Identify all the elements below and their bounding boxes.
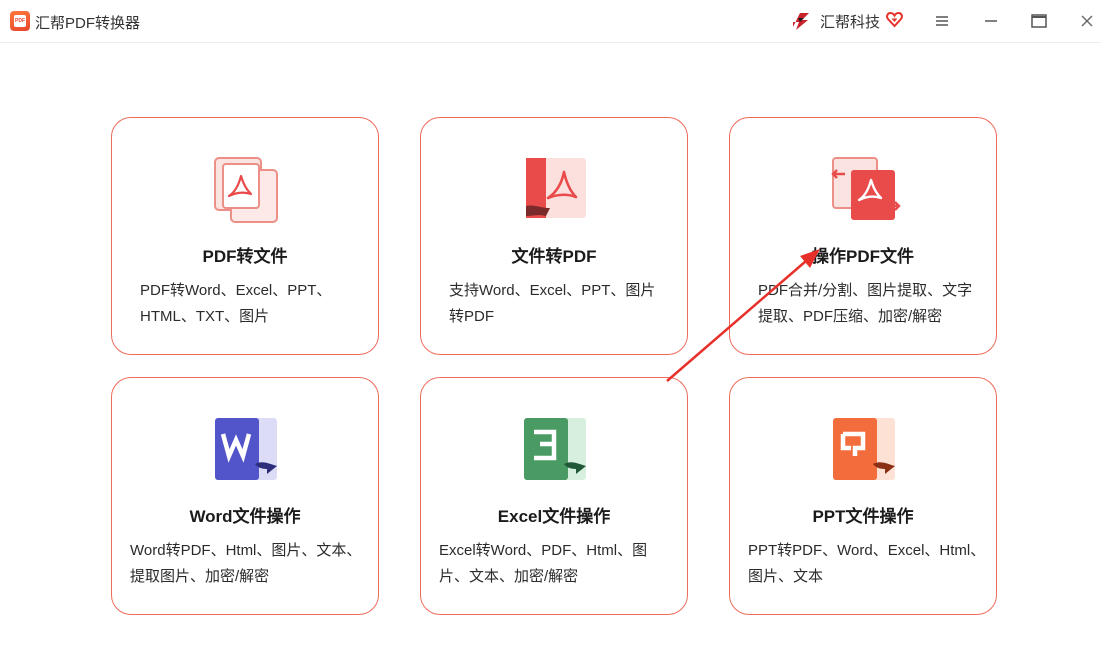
excel-file-icon <box>524 418 586 480</box>
card-title: Excel文件操作 <box>497 507 611 526</box>
card-title: 文件转PDF <box>511 247 597 266</box>
maximize-icon[interactable] <box>1028 10 1050 32</box>
card-description: PPT转PDF、Word、Excel、Html、图片、文本 <box>748 542 986 585</box>
app-title: 汇帮PDF转换器 <box>35 15 141 32</box>
card-description: 支持Word、Excel、PPT、图片转PDF <box>449 282 656 325</box>
card-title: 操作PDF文件 <box>812 247 914 266</box>
word-file-icon <box>215 418 277 480</box>
card-title: PPT文件操作 <box>812 507 914 526</box>
card-file-to-pdf[interactable]: 文件转PDF 支持Word、Excel、PPT、图片转PDF <box>420 117 688 355</box>
card-ppt-operations[interactable]: PPT文件操作 PPT转PDF、Word、Excel、Html、图片、文本 <box>729 377 997 615</box>
app-logo-text: PDF <box>14 15 26 27</box>
minimize-icon[interactable] <box>980 10 1002 32</box>
card-description: Word转PDF、Html、图片、文本、提取图片、加密/解密 <box>130 542 362 585</box>
card-word-operations[interactable]: Word文件操作 Word转PDF、Html、图片、文本、提取图片、加密/解密 <box>111 377 379 615</box>
card-description: PDF转Word、Excel、PPT、HTML、TXT、图片 <box>140 282 332 325</box>
title-bar: PDF 汇帮PDF转换器 汇帮科技 <box>0 0 1101 43</box>
brand-logo-icon <box>793 13 809 30</box>
app-logo-icon: PDF <box>10 11 30 31</box>
card-description: Excel转Word、PDF、Html、图片、文本、加密/解密 <box>439 542 648 585</box>
card-pdf-operations[interactable]: 操作PDF文件 PDF合并/分割、图片提取、文字提取、PDF压缩、加密/解密 <box>729 117 997 355</box>
ppt-file-icon <box>833 418 895 480</box>
card-title: PDF转文件 <box>202 247 288 266</box>
pdf-to-file-icon <box>214 157 278 223</box>
pdf-operations-icon <box>831 157 901 220</box>
brand-name: 汇帮科技 <box>820 13 881 31</box>
card-title: Word文件操作 <box>189 507 301 526</box>
card-pdf-to-file[interactable]: PDF转文件 PDF转Word、Excel、PPT、HTML、TXT、图片 <box>111 117 379 355</box>
file-to-pdf-icon <box>526 158 586 218</box>
hamburger-menu-icon[interactable] <box>931 10 953 32</box>
close-icon[interactable] <box>1076 10 1098 32</box>
brand: 汇帮科技 <box>790 9 903 33</box>
heart-icon[interactable] <box>886 11 903 28</box>
card-excel-operations[interactable]: Excel文件操作 Excel转Word、PDF、Html、图片、文本、加密/解… <box>420 377 688 615</box>
card-description: PDF合并/分割、图片提取、文字提取、PDF压缩、加密/解密 <box>758 282 973 325</box>
